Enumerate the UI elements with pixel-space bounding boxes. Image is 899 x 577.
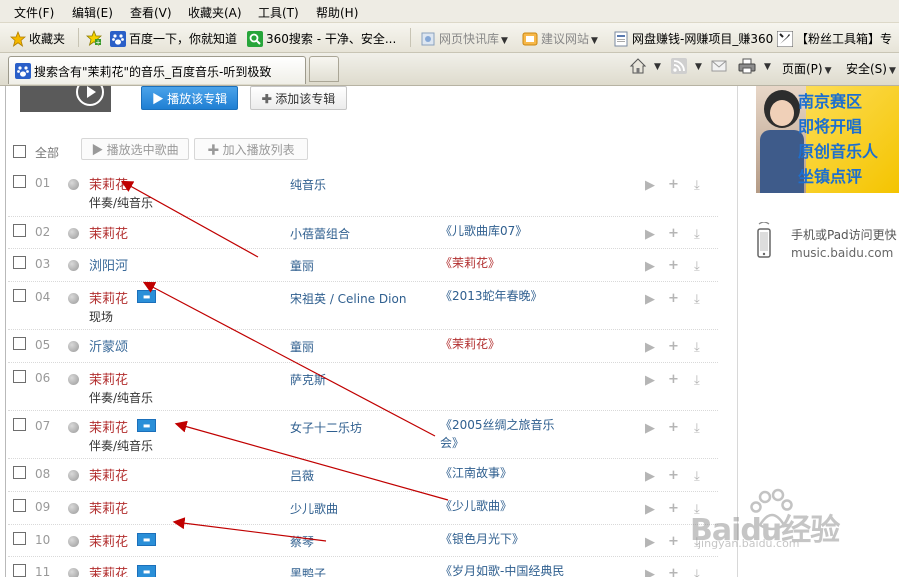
- annotation-arrow: [172, 517, 327, 542]
- annotation-arrows-layer: [120, 180, 449, 542]
- annotation-arrow: [142, 281, 436, 437]
- annotation-arrow: [174, 420, 449, 501]
- annotation-arrow: [120, 180, 259, 258]
